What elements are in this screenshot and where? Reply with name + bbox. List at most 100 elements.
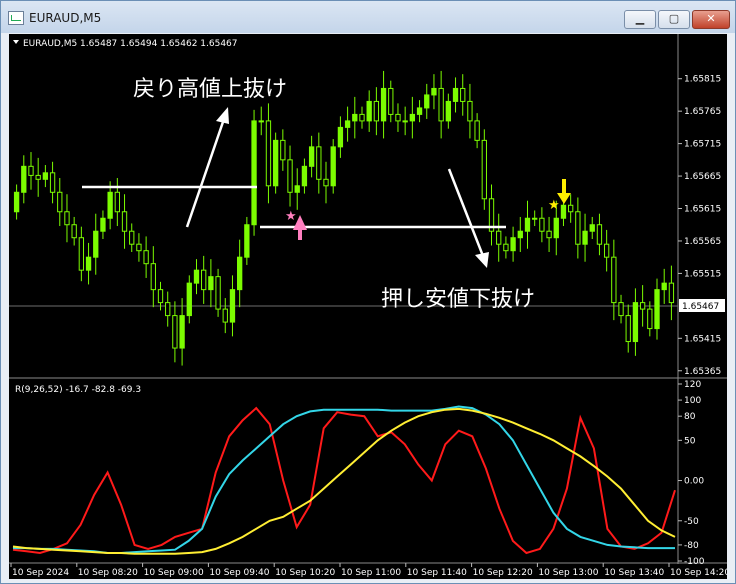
- price-tick-label: 1.65765: [684, 107, 721, 117]
- candle-bear: [460, 87, 466, 102]
- candle-bull: [13, 191, 20, 213]
- candle-bull: [21, 165, 27, 193]
- candle-bull: [589, 224, 595, 232]
- indicator-tick-label: 80: [684, 412, 696, 422]
- time-tick-label: 10 Sep 11:40: [407, 568, 467, 578]
- candle-bear: [388, 87, 394, 115]
- candle-bear: [57, 191, 63, 213]
- candle-bull: [42, 172, 49, 180]
- candle-bull: [237, 256, 243, 291]
- candle-bear: [114, 191, 120, 213]
- buy-signal-star-icon: ★: [285, 209, 297, 224]
- price-tick-label: 1.65665: [684, 172, 721, 182]
- indicator-tick-label: 100: [684, 396, 701, 406]
- candle-bull: [294, 185, 300, 193]
- candle-bull: [93, 230, 99, 258]
- candle-bull: [510, 237, 516, 252]
- chart-area[interactable]: 1.65815 1.65765 1.65715 1.65665 1.65615 1.655…: [9, 34, 727, 579]
- candle-bull: [308, 146, 315, 167]
- close-icon: ✕: [706, 12, 716, 25]
- candle-bear: [481, 139, 487, 200]
- candle-bear: [647, 308, 653, 330]
- candle-bull: [654, 289, 660, 330]
- annotation-breakout-down: 押し安値下抜け: [381, 287, 535, 312]
- candle-bear: [438, 87, 444, 122]
- candle-bull: [366, 100, 372, 122]
- candle-bull: [251, 120, 257, 226]
- candle-bear: [359, 113, 365, 122]
- candle-bear: [568, 204, 574, 213]
- price-tick-label: 1.65515: [684, 269, 721, 279]
- candle-bear: [503, 243, 509, 252]
- candle-bull: [229, 289, 236, 323]
- time-axis: 10 Sep 2024 10 Sep 08:20 10 Sep 09:00 10 Se…: [10, 563, 727, 578]
- breakout-down-arrow: [447, 168, 485, 257]
- indicator-info: R(9,26,52) -16.7 -82.8 -69.3: [15, 385, 141, 395]
- maximize-button[interactable]: ▢: [658, 10, 690, 29]
- candle-bear: [323, 178, 329, 187]
- candle-bear: [165, 302, 171, 317]
- chart-window-icon: [8, 11, 24, 25]
- candle-bull: [452, 87, 459, 102]
- candle-bear: [121, 211, 128, 232]
- candlestick-series: [13, 70, 675, 366]
- time-tick-label: 10 Sep 13:00: [538, 568, 598, 578]
- candle-bear: [157, 289, 164, 304]
- minimize-button[interactable]: ▁: [624, 10, 656, 29]
- candle-bear: [215, 276, 221, 310]
- time-tick-label: 10 Sep 12:20: [473, 568, 533, 578]
- indicator-tick-label: 120: [684, 380, 701, 390]
- sell-signal-star-icon: ★: [548, 198, 560, 213]
- price-tick-label: 1.65815: [684, 75, 721, 85]
- candle-bear: [49, 172, 56, 193]
- candle-bull: [582, 230, 588, 245]
- price-axis: 1.65815 1.65765 1.65715 1.65665 1.65615 1.655…: [678, 75, 721, 377]
- indicator-lines: [12, 405, 676, 555]
- price-tick-label: 1.65415: [684, 334, 721, 344]
- current-price-label: 1.65467: [682, 302, 719, 312]
- breakout-up-arrowhead-icon: [216, 107, 229, 124]
- candle-bear: [546, 230, 552, 239]
- maximize-icon: ▢: [668, 12, 680, 25]
- candle-bear: [136, 243, 142, 252]
- candle-bull: [85, 256, 92, 271]
- candle-bear: [78, 237, 85, 271]
- candle-bull: [337, 126, 344, 148]
- chart-menu-triangle-icon[interactable]: [13, 40, 19, 44]
- candle-bear: [474, 120, 480, 141]
- time-tick-label: 10 Sep 11:00: [341, 568, 401, 578]
- close-button[interactable]: ✕: [692, 10, 730, 29]
- indicator-tick-label: 50: [684, 436, 696, 446]
- candle-bull: [632, 302, 639, 343]
- minimize-icon: ▁: [635, 12, 645, 25]
- candle-bull: [344, 120, 351, 128]
- candle-bear: [575, 211, 581, 245]
- candle-bear: [201, 269, 207, 291]
- candle-bull: [524, 217, 531, 232]
- candle-bull: [517, 230, 523, 239]
- candle-bear: [467, 100, 473, 122]
- candle-bull: [330, 146, 336, 187]
- time-tick-label: 10 Sep 14:20: [670, 568, 727, 578]
- window-titlebar[interactable]: EURAUD,M5 ▁ ▢ ✕: [1, 1, 735, 33]
- breakout-down-arrowhead-icon: [475, 252, 489, 268]
- indicator-axis: 120 100 80 50 0.00 -50 -80 -100: [678, 380, 705, 567]
- candle-bull: [560, 204, 567, 219]
- mt4-chart-window: EURAUD,M5 ▁ ▢ ✕ 1.65815 1.65765 1.65715 1.6…: [0, 0, 736, 584]
- candle-bear: [639, 302, 646, 310]
- candle-bear: [611, 256, 617, 304]
- candle-bull: [380, 87, 387, 122]
- time-tick-label: 10 Sep 10:20: [275, 568, 335, 578]
- candle-bull: [661, 282, 667, 291]
- chart-canvas[interactable]: 1.65815 1.65765 1.65715 1.65665 1.65615 1.655…: [9, 34, 727, 579]
- time-tick-label: 10 Sep 13:40: [604, 568, 664, 578]
- candle-bear: [64, 211, 70, 226]
- time-tick-label: 10 Sep 2024: [12, 568, 69, 578]
- candle-bear: [316, 146, 322, 180]
- candle-bear: [150, 263, 156, 291]
- candle-bear: [625, 315, 631, 343]
- candle-bull: [100, 217, 106, 232]
- annotation-breakout-up: 戻り高値上抜け: [133, 77, 287, 102]
- indicator-tick-label: -100: [684, 557, 705, 567]
- candle-bear: [143, 250, 149, 265]
